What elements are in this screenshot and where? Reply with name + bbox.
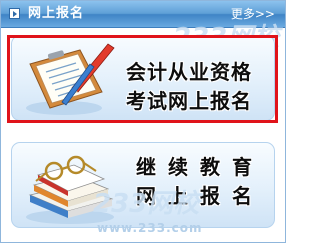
play-arrow-icon [9,8,20,19]
online-registration-panel: 网上报名 更多>> 233网校 会计从业资格 考试网上报名 [0,0,286,243]
watermark-url: www.233.com [97,221,203,235]
watermark-logo-bottom: 233网校 [93,189,200,219]
highlight-frame [7,35,278,123]
banner2-line1: 继续教育 [136,155,264,179]
panel-title: 网上报名 [28,6,85,21]
